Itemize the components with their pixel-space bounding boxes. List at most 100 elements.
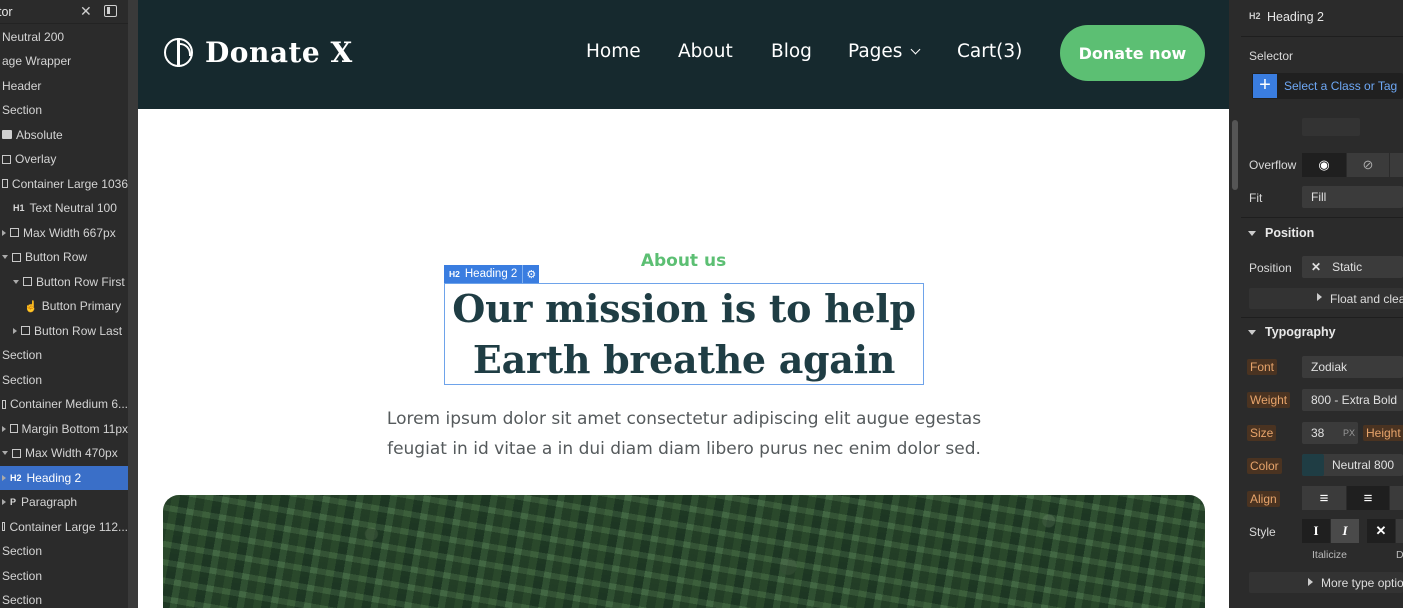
divider (1241, 36, 1403, 37)
more-type-options-toggle[interactable]: More type optio (1249, 572, 1403, 593)
nav-link-cart[interactable]: Cart(3) (957, 41, 1022, 62)
navigator-item[interactable]: Container Large 112... (0, 515, 128, 540)
decoration-option[interactable] (1396, 519, 1403, 543)
plus-icon[interactable]: + (1253, 74, 1277, 98)
caret-right-icon[interactable] (2, 229, 6, 236)
typography-section-header[interactable]: Typography (1248, 325, 1336, 339)
style-label: Style (1249, 525, 1276, 539)
mission-paragraph[interactable]: Lorem ipsum dolor sit amet consectetur a… (368, 404, 1000, 464)
navigator-item[interactable]: Section (0, 98, 128, 123)
close-icon[interactable]: ✕ (80, 3, 92, 20)
caret-down-icon[interactable] (2, 255, 8, 260)
div-block-icon (12, 448, 21, 458)
font-size-value: 38 (1311, 426, 1325, 440)
donate-now-button[interactable]: Donate now (1060, 25, 1205, 81)
navigator-item[interactable]: Max Width 667px (0, 221, 128, 246)
nav-link-about[interactable]: About (678, 41, 733, 62)
navigator-item-label: Button Row Last (34, 323, 123, 338)
caret-right-icon[interactable] (2, 499, 6, 506)
align-label-text: Align (1247, 491, 1280, 507)
link-hand-icon: ☝ (24, 300, 38, 313)
navigator-item[interactable]: H2 Heading 2 (0, 465, 128, 490)
navigator-item[interactable]: Absolute (0, 123, 128, 148)
caret-right-icon[interactable] (13, 327, 17, 334)
navigator-item[interactable]: Section (0, 343, 128, 368)
navigator-item[interactable]: Button Row First (0, 270, 128, 295)
site-header: Donate X Home About Blog Pages Cart(3) D… (138, 0, 1229, 109)
navigator-item[interactable]: Container Medium 6... (0, 392, 128, 417)
forest-image[interactable] (163, 495, 1205, 608)
selected-element-label: H2 Heading 2 (444, 265, 524, 283)
italic-on-icon[interactable]: I (1331, 519, 1359, 543)
div-block-icon (2, 179, 8, 189)
font-select[interactable]: Zodiak (1302, 356, 1403, 378)
expand-triangle-icon (1308, 578, 1313, 586)
align-right-icon[interactable] (1390, 486, 1403, 510)
float-and-clear-label: Float and clea (1330, 292, 1403, 306)
navigator-item-label: age Wrapper (2, 54, 72, 69)
gear-icon[interactable]: ⚙ (523, 265, 539, 283)
navigator-item[interactable]: H1 Text Neutral 100 (0, 196, 128, 221)
selected-element-tag[interactable]: H2 Heading 2 ⚙ (444, 265, 540, 283)
navigator-item[interactable]: Section (0, 368, 128, 393)
navigator-item[interactable]: P Paragraph (0, 490, 128, 515)
navigator-scrollbar[interactable] (128, 0, 138, 608)
caret-down-icon[interactable] (2, 451, 8, 456)
hidden-control[interactable] (1302, 118, 1360, 136)
navigator-item[interactable]: Section (0, 588, 128, 608)
nav-link-home[interactable]: Home (586, 41, 641, 62)
caret-right-icon[interactable] (2, 425, 6, 432)
color-picker[interactable]: Neutral 800 (1302, 454, 1403, 476)
div-block-icon (23, 277, 32, 287)
font-size-input[interactable]: 38 PX (1302, 422, 1358, 444)
fit-select[interactable]: Fill (1302, 186, 1403, 208)
align-left-icon[interactable]: ≡ (1302, 486, 1346, 510)
scrollbar-thumb[interactable] (1232, 120, 1238, 190)
navigator-item[interactable]: Section (0, 539, 128, 564)
selector-placeholder: Select a Class or Tag (1284, 79, 1398, 93)
align-center-icon[interactable]: ≡ (1347, 486, 1389, 510)
div-block-icon (10, 228, 19, 238)
div-block-icon (10, 424, 18, 434)
div-block-icon (12, 252, 21, 262)
navigator-item[interactable]: Max Width 470px (0, 441, 128, 466)
weight-select[interactable]: 800 - Extra Bold (1302, 389, 1403, 411)
canvas-scrollbar[interactable] (1229, 0, 1241, 608)
navigator-item[interactable]: Container Large 1036 (0, 172, 128, 197)
caret-down-icon[interactable] (13, 279, 19, 284)
navigator-item[interactable]: Button Row Last (0, 319, 128, 344)
overflow-visible-eye-icon[interactable]: ◉ (1302, 153, 1346, 177)
navigator-item[interactable]: Neutral 200 (0, 25, 128, 50)
decoration-caption: D (1396, 549, 1403, 561)
navigator-item-label: Button Primary (41, 299, 122, 314)
weight-label-text: Weight (1247, 392, 1291, 408)
nav-link-blog[interactable]: Blog (771, 41, 812, 62)
navigator-item[interactable]: Margin Bottom 11px (0, 417, 128, 442)
overflow-scroll-icon[interactable] (1390, 153, 1403, 177)
position-select[interactable]: ✕ Static (1302, 256, 1403, 278)
dock-panel-icon[interactable] (104, 5, 117, 17)
navigator-item[interactable]: ☝ Button Primary (0, 294, 128, 319)
navigator-item[interactable]: Button Row (0, 245, 128, 270)
navigator-item-label: Container Medium 6... (9, 397, 128, 412)
caret-right-icon[interactable] (2, 474, 6, 481)
collapse-triangle-icon (1248, 230, 1256, 236)
selector-field[interactable]: + Select a Class or Tag (1252, 73, 1403, 99)
navigator-item-label: Section (2, 348, 43, 363)
navigator-item-label: Max Width 667px (23, 225, 116, 240)
no-decoration-icon[interactable]: ✕ (1367, 519, 1395, 543)
navigator-item[interactable]: Header (0, 74, 128, 99)
nav-link-pages[interactable]: Pages (848, 41, 921, 62)
site-logo[interactable]: Donate X (164, 36, 353, 69)
float-and-clear-toggle[interactable]: Float and clea (1249, 288, 1403, 309)
brand-name: Donate X (205, 36, 353, 69)
navigator-item[interactable]: age Wrapper (0, 49, 128, 74)
italic-off-icon[interactable]: I (1302, 519, 1330, 543)
navigator-item[interactable]: Section (0, 564, 128, 589)
navigator-item-label: Header (2, 78, 42, 93)
navigator-item[interactable]: Overlay (0, 147, 128, 172)
overflow-hidden-icon[interactable]: ⊘ (1347, 153, 1389, 177)
position-section-header[interactable]: Position (1248, 226, 1314, 240)
navigator-item-label: Button Row (25, 250, 88, 265)
navigator-item-label: Button Row First (36, 274, 125, 289)
